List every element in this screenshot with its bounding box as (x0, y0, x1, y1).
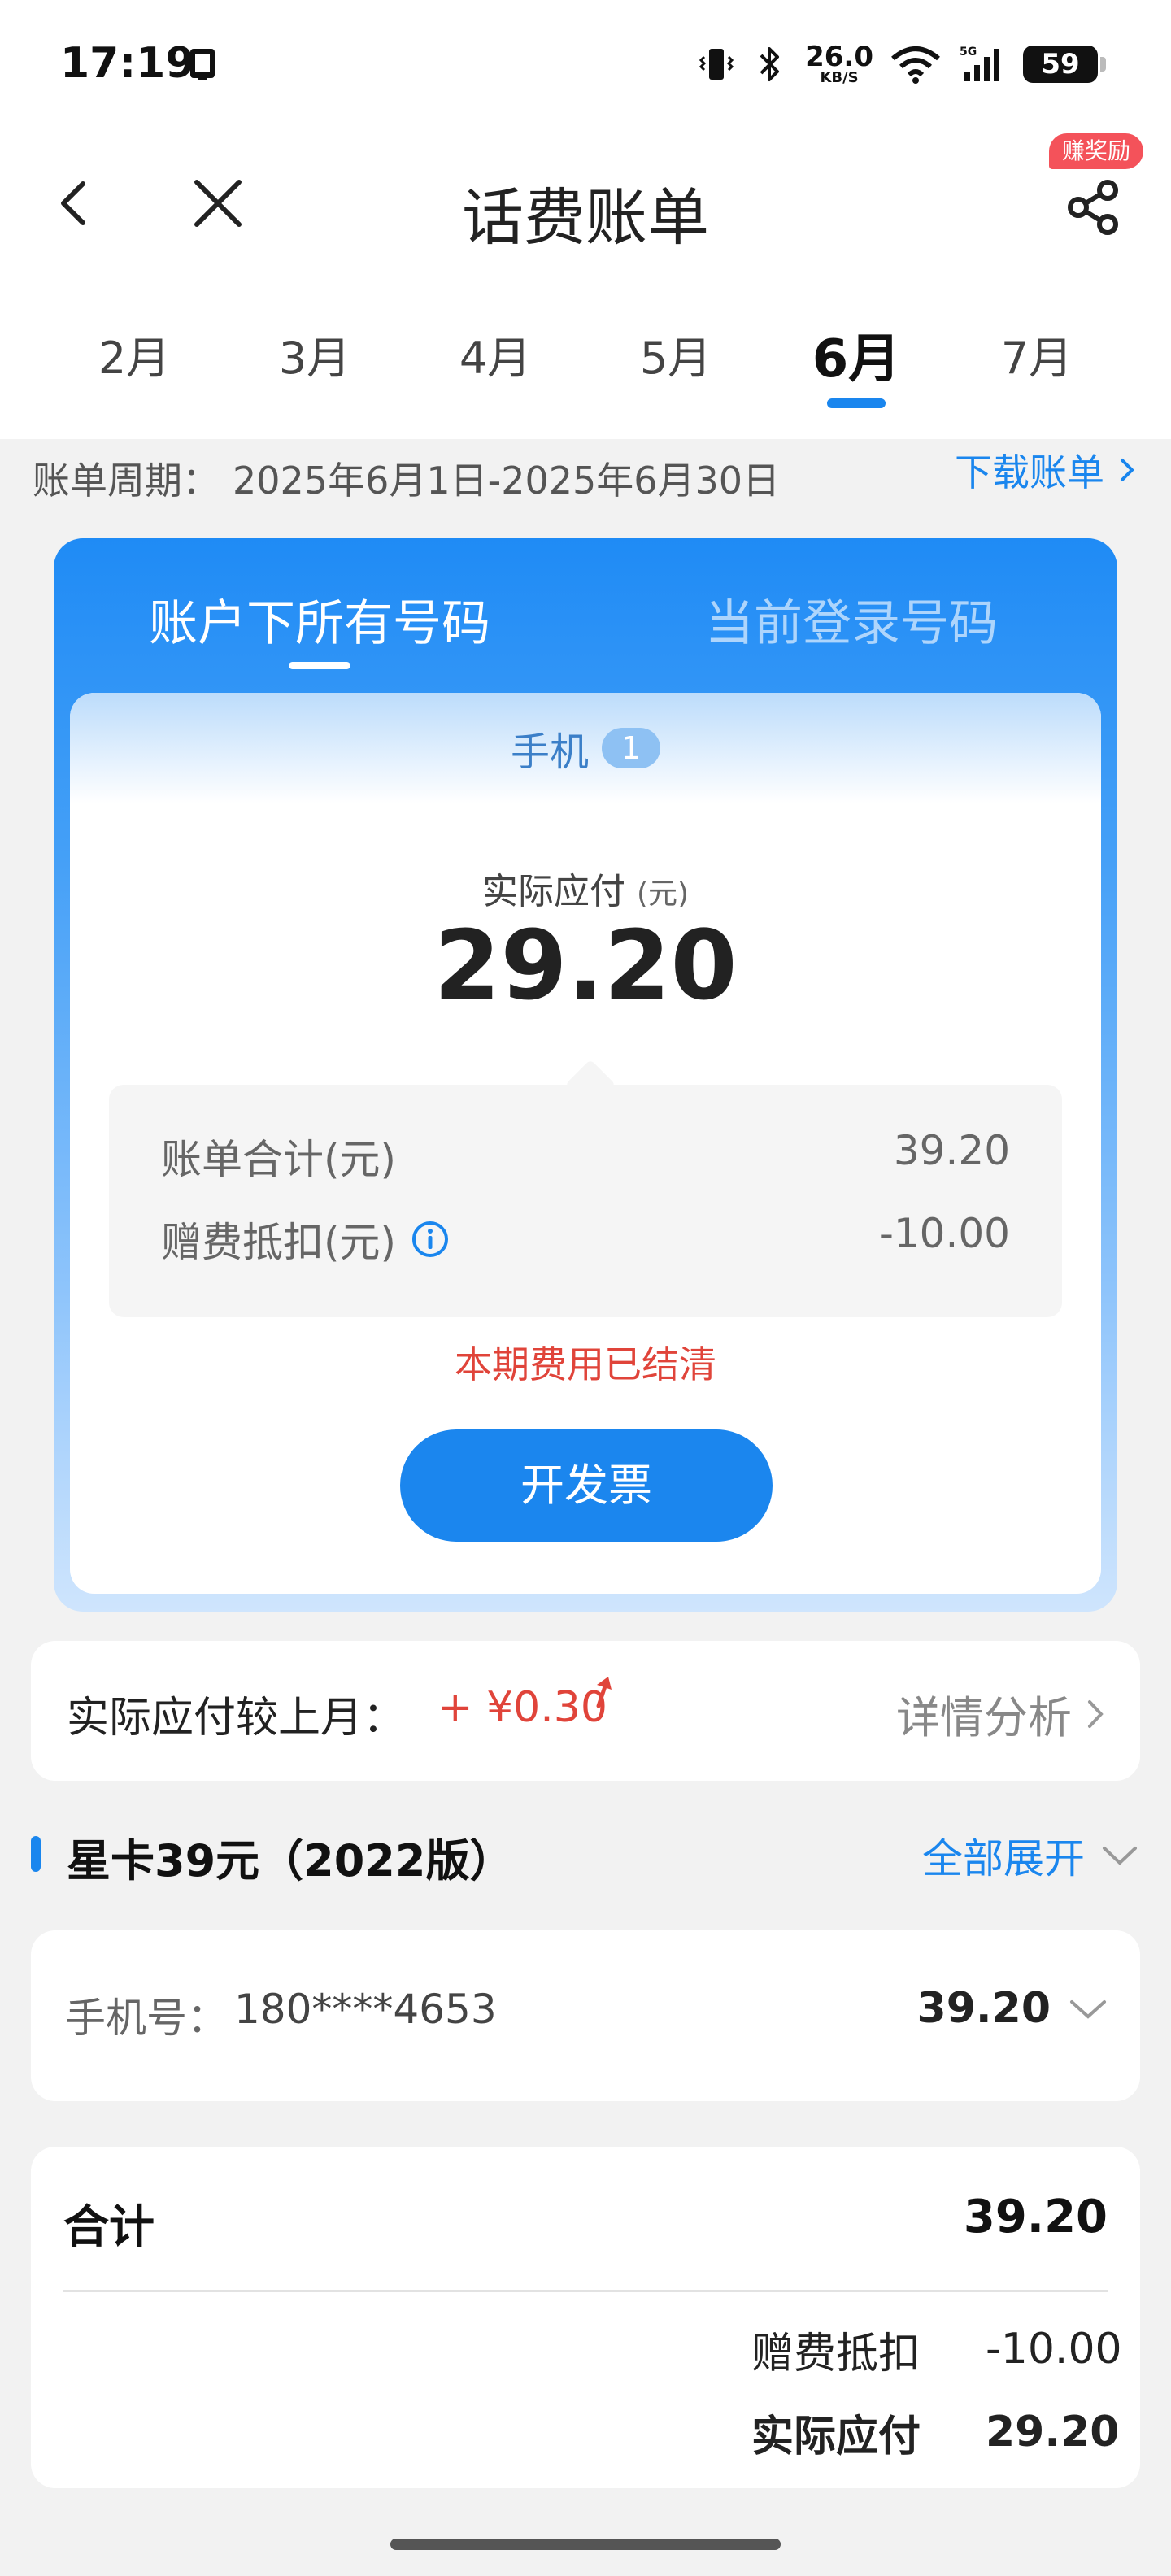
bill-detail-card: 手机 1 实际应付 (元) 29.20 账单合计(元) 39.20 赠费抵扣(元… (70, 693, 1101, 1594)
bill-breakdown: 账单合计(元) 39.20 赠费抵扣(元) -10.00 (109, 1059, 1062, 1317)
download-bill-link[interactable]: 下载账单 (955, 443, 1138, 497)
totals-deduct-value: -10.00 (986, 2325, 1122, 2374)
status-icons: 26.0 KB/S 5G 59 (698, 39, 1106, 89)
actual-pay-unit: (元) (636, 877, 690, 911)
phone-number-card[interactable]: 手机号： 180****4653 39.20 (31, 1930, 1140, 2101)
compare-value: + ¥0.30 (437, 1683, 607, 1732)
battery-icon: 59 (1023, 46, 1106, 83)
tab-month-6[interactable]: 6月 (766, 285, 947, 439)
phone-count-badge: 1 (602, 728, 660, 768)
5g-signal-icon: 5G (960, 46, 999, 81)
bill-total-value: 39.20 (893, 1127, 1010, 1174)
bill-total-row: 账单合计(元) 39.20 (161, 1119, 1010, 1184)
phone-label: 手机 (510, 729, 589, 775)
status-bar: 17:19 26.0 KB/S 5G 59 (0, 0, 1171, 122)
bill-period-row: 账单周期： 2025年6月1日-2025年6月30日 下载账单 (33, 443, 1138, 508)
divider (63, 2290, 1108, 2292)
wifi-icon (891, 46, 940, 84)
chevron-right-icon (1121, 459, 1134, 481)
bill-status-text: 本期费用已结清 (455, 1342, 716, 1386)
bill-total-label: 账单合计(元) (161, 1136, 397, 1183)
totals-pay-row: 实际应付 29.20 (751, 2404, 1120, 2461)
gift-deduct-label-group: 赠费抵扣(元) (161, 1210, 450, 1268)
expand-all-label: 全部展开 (922, 1835, 1085, 1882)
net-speed-value: 26.0 (805, 41, 873, 73)
totals-pay-label: 实际应付 (751, 2412, 921, 2461)
plan-header: 星卡39元（2022版） 全部展开 (31, 1815, 1140, 1896)
reward-badge[interactable]: 赚奖励 (1049, 133, 1144, 169)
expand-all-button[interactable]: 全部展开 (922, 1826, 1140, 1885)
totals-deduct-label: 赠费抵扣 (751, 2329, 921, 2378)
breakdown-notch (564, 1059, 616, 1111)
compare-card[interactable]: 实际应付较上月： + ¥0.30 详情分析 (31, 1641, 1140, 1781)
chevron-right-icon (1088, 1699, 1104, 1728)
status-time: 17:19 (60, 39, 195, 88)
tab-month-4[interactable]: 4月 (405, 285, 586, 439)
tab-all-numbers[interactable]: 账户下所有号码 (54, 584, 586, 669)
totals-pay-value: 29.20 (986, 2408, 1120, 2456)
actual-pay-label-text: 实际应付 (481, 871, 625, 912)
detail-analysis-label: 详情分析 (896, 1692, 1072, 1743)
bill-period-value: 2025年6月1日-2025年6月30日 (233, 459, 781, 503)
compare-label: 实际应付较上月： (67, 1694, 406, 1743)
phone-number-value: 180****4653 (234, 1986, 497, 2033)
bluetooth-icon (760, 47, 780, 81)
chevron-down-icon (1070, 2000, 1106, 2019)
nav-bar: 话费账单 赚奖励 (0, 122, 1171, 285)
phone-count-header: 手机 1 (70, 693, 1101, 803)
svg-text:5G: 5G (960, 46, 977, 59)
tab-month-2[interactable]: 2月 (44, 285, 224, 439)
actual-pay-label: 实际应付 (元) (70, 862, 1101, 914)
plan-title: 星卡39元（2022版） (67, 1835, 514, 1886)
vibrate-icon (699, 49, 734, 80)
bill-summary-card: 账户下所有号码 当前登录号码 手机 1 实际应付 (元) 29.20 账单合计(… (54, 538, 1117, 1612)
bill-period-label: 账单周期： (33, 459, 220, 503)
month-tabs: 2月 3月 4月 5月 6月 7月 (0, 285, 1171, 439)
tab-month-5[interactable]: 5月 (586, 285, 766, 439)
phone-number-label: 手机号： (65, 1995, 228, 2042)
gift-deduct-label: 赠费抵扣(元) (161, 1219, 397, 1266)
total-value: 39.20 (963, 2191, 1108, 2243)
gift-deduct-value: -10.00 (878, 1210, 1010, 1257)
gift-deduct-row: 赠费抵扣(元) -10.00 (161, 1202, 1010, 1267)
home-indicator[interactable] (390, 2539, 781, 2550)
tab-month-7[interactable]: 7月 (947, 285, 1127, 439)
totals-card: 合计 39.20 赠费抵扣 -10.00 实际应付 29.20 (31, 2147, 1140, 2488)
actual-pay-amount: 29.20 (433, 909, 738, 1021)
bill-page: 17:19 26.0 KB/S 5G 59 话费账单 赚奖励 2月 3月 4月 … (0, 0, 1171, 2576)
net-speed-unit: KB/S (820, 69, 859, 86)
phone-number-amount: 39.20 (916, 1984, 1051, 2033)
chevron-down-icon (1103, 1847, 1137, 1865)
tab-current-number[interactable]: 当前登录号码 (586, 584, 1117, 655)
total-label: 合计 (63, 2201, 155, 2254)
plan-marker (31, 1836, 41, 1872)
info-icon[interactable] (411, 1220, 450, 1259)
net-speed: 26.0 KB/S (805, 43, 873, 85)
detail-analysis-link[interactable]: 详情分析 (896, 1682, 1108, 1746)
page-title: 话费账单 (462, 181, 709, 254)
tab-month-3[interactable]: 3月 (224, 285, 405, 439)
totals-deduct-row: 赠费抵扣 -10.00 (751, 2321, 1122, 2378)
phone-screen-icon (190, 49, 215, 80)
share-icon[interactable] (1064, 177, 1124, 237)
arrow-up-icon (596, 1677, 612, 1708)
download-bill-label: 下载账单 (955, 450, 1104, 494)
invoice-button[interactable]: 开发票 (400, 1429, 773, 1542)
